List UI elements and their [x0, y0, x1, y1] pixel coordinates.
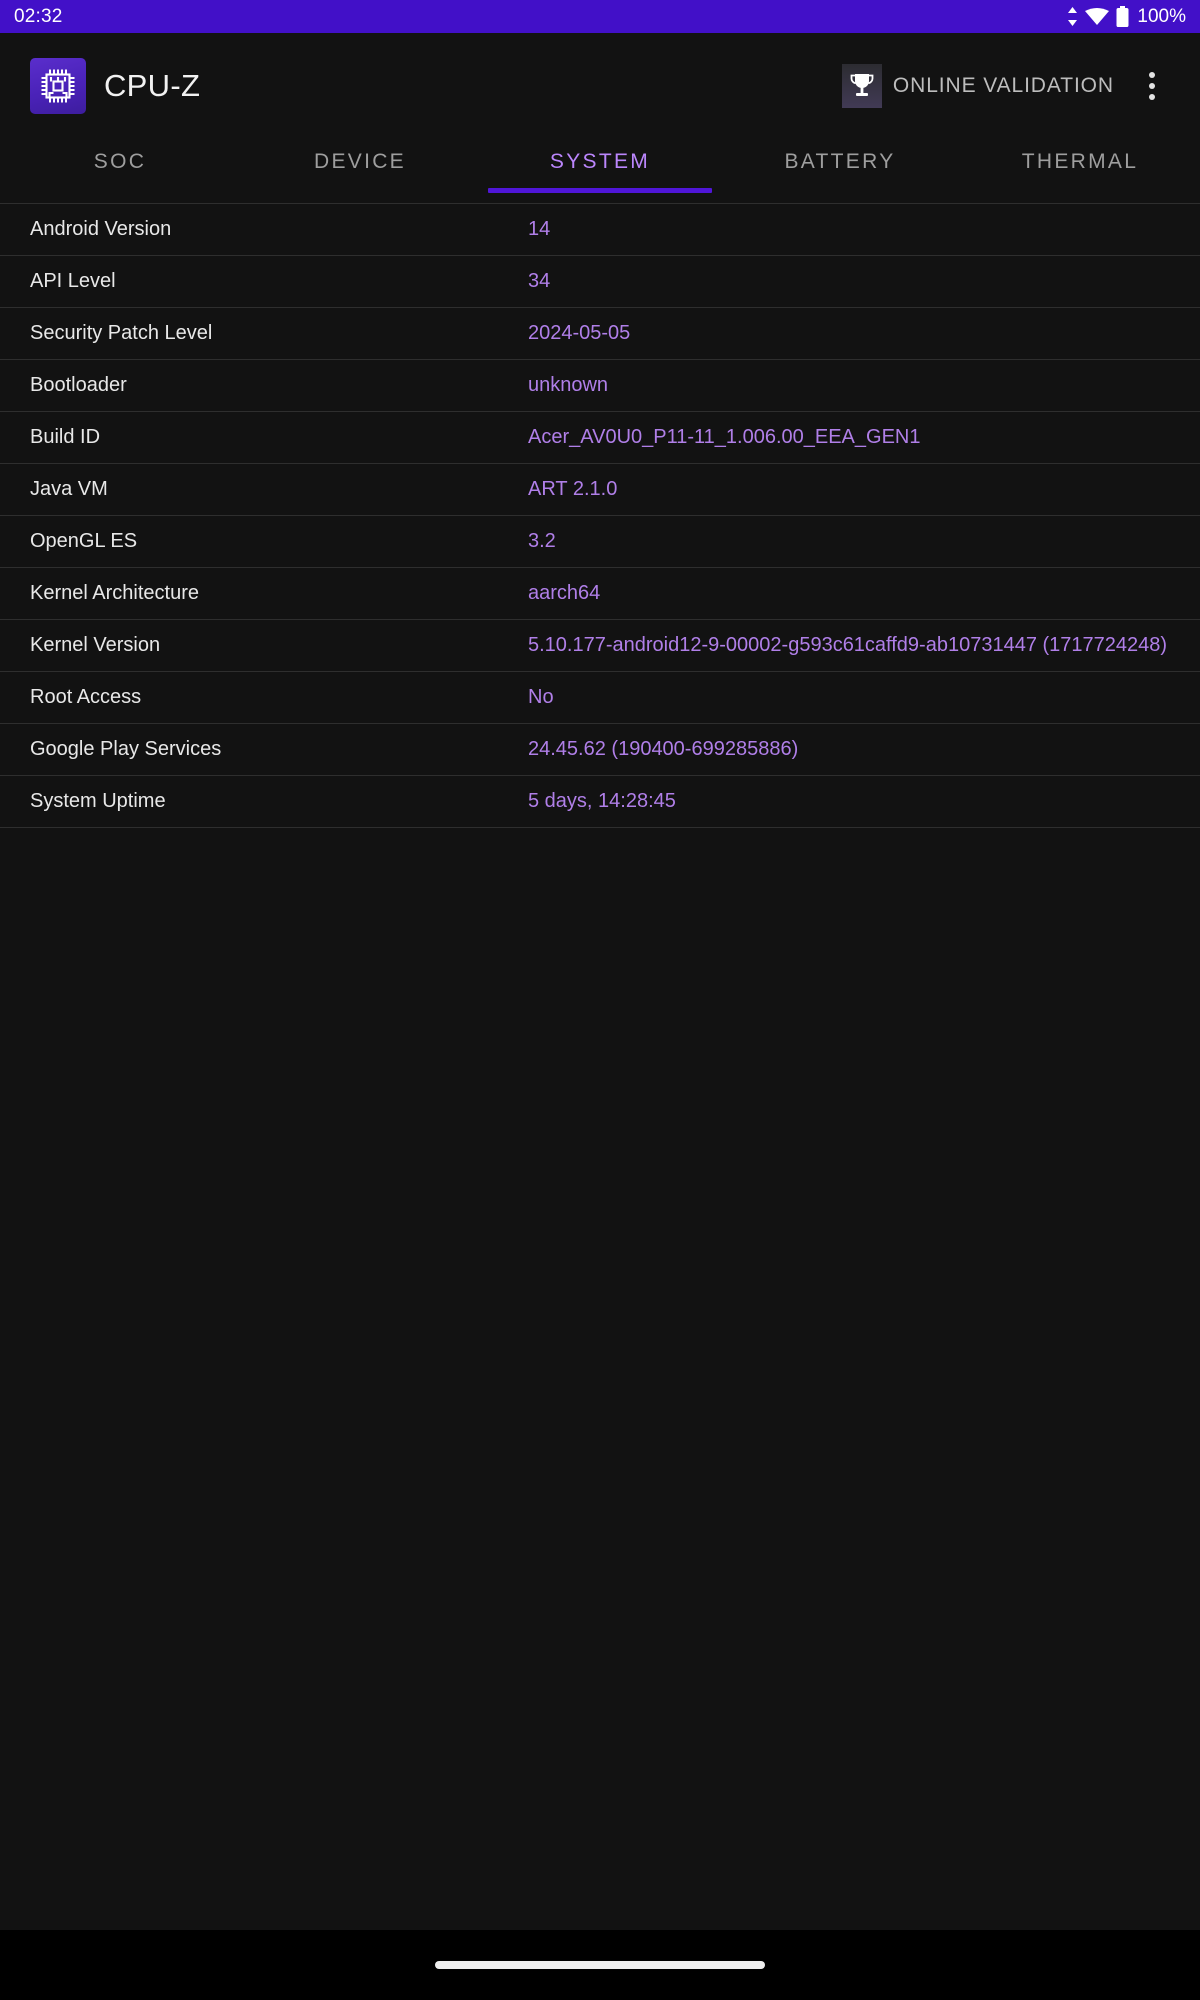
- table-row[interactable]: Google Play Services 24.45.62 (190400-69…: [0, 724, 1200, 776]
- row-value: unknown: [528, 374, 609, 396]
- wifi-icon: [1085, 7, 1110, 26]
- home-gesture-pill[interactable]: [435, 1961, 765, 1969]
- table-row[interactable]: Build ID Acer_AV0U0_P11-11_1.006.00_EEA_…: [0, 412, 1200, 464]
- tab-bar: SOC DEVICE SYSTEM BATTERY THERMAL: [0, 138, 1200, 203]
- row-label: Root Access: [30, 686, 142, 708]
- row-value: 5.10.177-android12-9-00002-g593c61caffd9…: [528, 634, 1168, 656]
- battery-icon: [1116, 6, 1129, 27]
- app-screen: 02:32 100% CPU-Z ONLINE VALIDATION SOC D…: [0, 0, 1200, 2000]
- row-value: Acer_AV0U0_P11-11_1.006.00_EEA_GEN1: [528, 426, 921, 448]
- app-bar-actions: ONLINE VALIDATION: [834, 57, 1178, 115]
- battery-percentage: 100%: [1137, 5, 1186, 27]
- row-label: Kernel Version: [30, 634, 161, 656]
- overflow-dot: [1149, 82, 1155, 89]
- active-tab-indicator: [488, 188, 712, 193]
- row-value: 5 days, 14:28:45: [528, 790, 676, 812]
- row-value: 24.45.62 (190400-699285886): [528, 738, 799, 760]
- row-label: Java VM: [30, 478, 108, 500]
- online-validation-button[interactable]: ONLINE VALIDATION: [834, 58, 1122, 114]
- row-value: No: [528, 686, 554, 708]
- table-row[interactable]: OpenGL ES 3.2: [0, 516, 1200, 568]
- tab-soc[interactable]: SOC: [0, 138, 240, 203]
- table-row[interactable]: Kernel Version 5.10.177-android12-9-0000…: [0, 620, 1200, 672]
- table-row[interactable]: System Uptime 5 days, 14:28:45: [0, 776, 1200, 828]
- row-label: Bootloader: [30, 374, 127, 396]
- row-value: 14: [528, 218, 551, 240]
- status-bar: 02:32 100%: [0, 0, 1200, 33]
- overflow-dot: [1149, 93, 1155, 100]
- system-info-table: Android Version 14 API Level 34 Security…: [0, 203, 1200, 1930]
- row-value: ART 2.1.0: [528, 478, 618, 500]
- cpu-chip-icon: [30, 57, 86, 114]
- tab-thermal[interactable]: THERMAL: [960, 138, 1200, 203]
- row-label: Google Play Services: [30, 738, 222, 760]
- status-bar-clock: 02:32: [14, 5, 63, 27]
- row-label: Kernel Architecture: [30, 582, 199, 604]
- row-value: 2024-05-05: [528, 322, 631, 344]
- row-label: Security Patch Level: [30, 322, 213, 344]
- overflow-dot: [1149, 71, 1155, 78]
- row-label: System Uptime: [30, 790, 166, 812]
- row-value: 34: [528, 270, 551, 292]
- row-value: 3.2: [528, 530, 556, 552]
- trophy-icon: [841, 63, 882, 108]
- table-row[interactable]: Kernel Architecture aarch64: [0, 568, 1200, 620]
- page-title: CPU-Z: [104, 67, 201, 103]
- status-bar-icons: 100%: [1067, 6, 1186, 28]
- app-bar: CPU-Z ONLINE VALIDATION: [0, 33, 1200, 138]
- online-validation-label: ONLINE VALIDATION: [892, 73, 1114, 97]
- system-navigation-bar: [0, 1930, 1200, 2000]
- row-label: Build ID: [30, 426, 101, 448]
- row-label: Android Version: [30, 218, 172, 240]
- tab-device[interactable]: DEVICE: [240, 138, 480, 203]
- tab-system[interactable]: SYSTEM: [480, 138, 720, 203]
- data-transfer-icon: [1067, 7, 1078, 26]
- tab-battery[interactable]: BATTERY: [720, 138, 960, 203]
- table-row[interactable]: Bootloader unknown: [0, 360, 1200, 412]
- row-value: aarch64: [528, 582, 601, 604]
- more-vertical-icon[interactable]: [1126, 57, 1178, 115]
- app-branding: CPU-Z: [30, 57, 201, 114]
- table-row[interactable]: Root Access No: [0, 672, 1200, 724]
- row-label: API Level: [30, 270, 116, 292]
- table-row[interactable]: API Level 34: [0, 256, 1200, 308]
- table-row[interactable]: Android Version 14: [0, 203, 1200, 256]
- row-label: OpenGL ES: [30, 530, 138, 552]
- table-row[interactable]: Java VM ART 2.1.0: [0, 464, 1200, 516]
- table-row[interactable]: Security Patch Level 2024-05-05: [0, 308, 1200, 360]
